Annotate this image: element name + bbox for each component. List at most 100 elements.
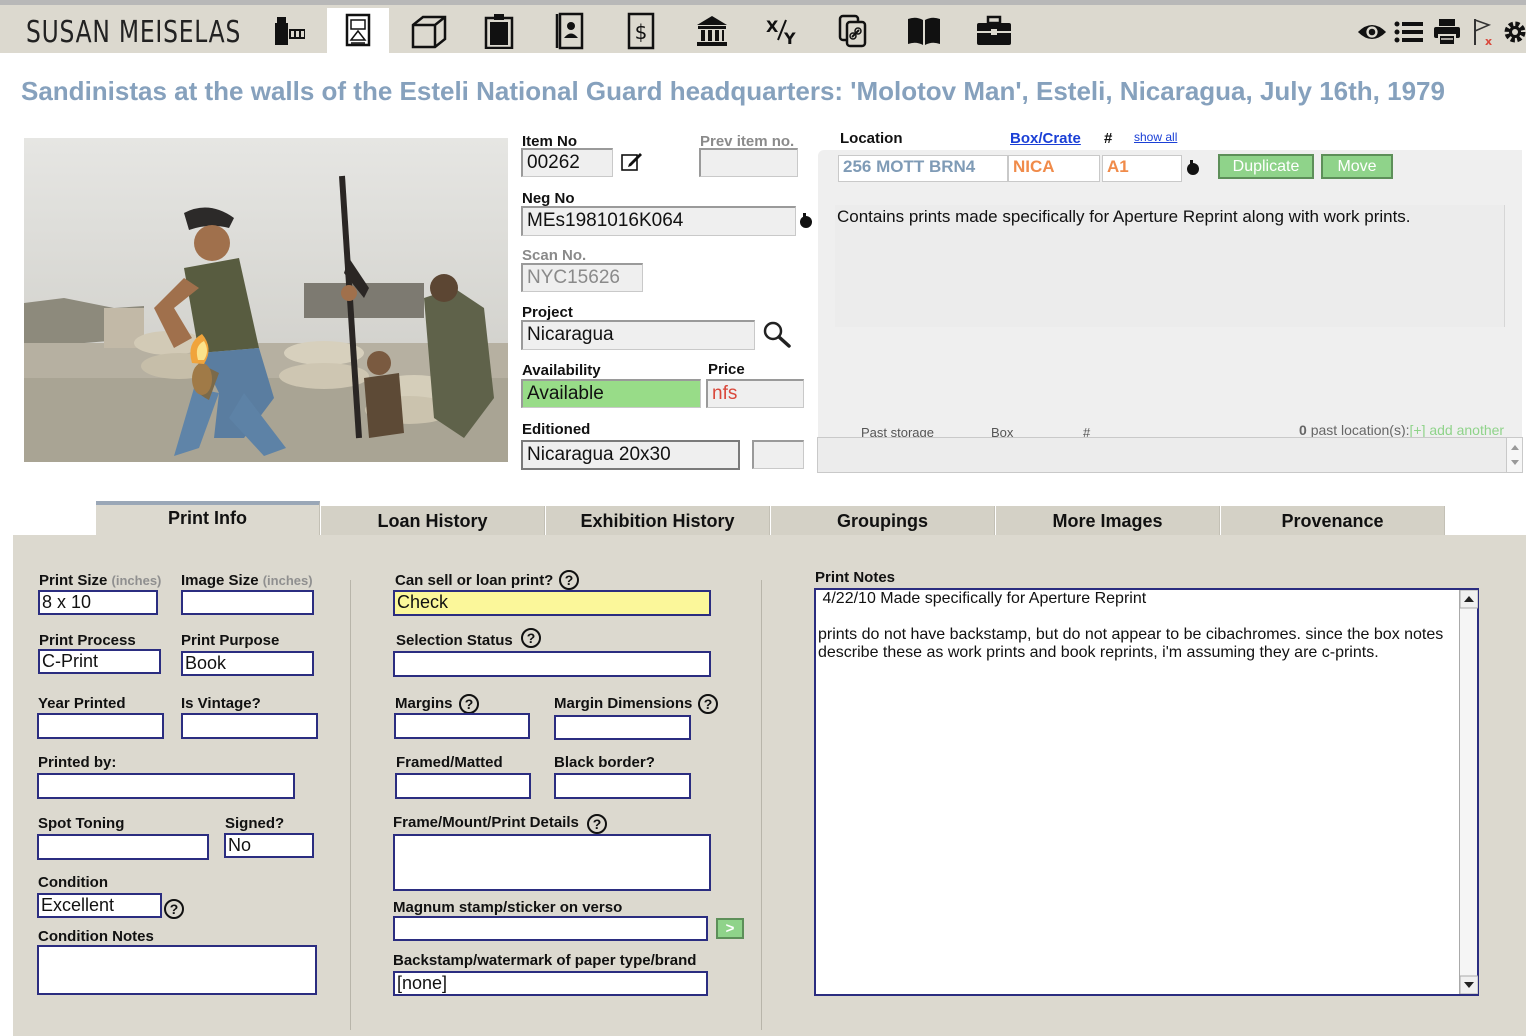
print-notes-scrollbar[interactable] bbox=[1459, 589, 1479, 995]
print-notes-field[interactable]: 4/22/10 Made specifically for Aperture R… bbox=[814, 588, 1479, 996]
location-notes[interactable]: Contains prints made specifically for Ap… bbox=[835, 205, 1505, 327]
contact-icon[interactable] bbox=[539, 8, 601, 54]
box-icon[interactable] bbox=[398, 8, 460, 54]
number-label: # bbox=[1104, 130, 1113, 147]
printed-by-field[interactable] bbox=[37, 773, 295, 799]
box-field[interactable]: NICA bbox=[1008, 155, 1100, 182]
brand-logo[interactable]: SUSAN MEISELAS bbox=[26, 15, 241, 50]
spot-toning-label: Spot Toning bbox=[38, 815, 125, 832]
tab-more-images[interactable]: More Images bbox=[996, 506, 1220, 536]
help-icon[interactable]: ? bbox=[521, 628, 541, 648]
column-divider bbox=[761, 580, 762, 1030]
list-icon[interactable] bbox=[1394, 15, 1424, 49]
printer-icon[interactable] bbox=[1432, 15, 1462, 49]
help-icon[interactable]: ? bbox=[459, 694, 479, 714]
help-icon[interactable]: ? bbox=[164, 899, 184, 919]
past-locations-text: past location(s): bbox=[1310, 422, 1410, 438]
black-border-label: Black border? bbox=[554, 754, 655, 771]
signed-field[interactable]: No bbox=[224, 833, 314, 858]
add-another-link[interactable]: [+] add another bbox=[1410, 422, 1505, 438]
image-size-field[interactable] bbox=[181, 590, 314, 615]
year-printed-field[interactable] bbox=[37, 713, 164, 739]
duplicate-button[interactable]: Duplicate bbox=[1218, 154, 1314, 179]
print-icon[interactable] bbox=[327, 8, 389, 54]
item-no-field[interactable]: 00262 bbox=[521, 148, 613, 177]
past-locations-summary: 0 past location(s):[+] add another bbox=[1299, 422, 1504, 438]
top-toolbar: SUSAN MEISELAS $ XY x bbox=[0, 0, 1526, 54]
magnum-stamp-field[interactable] bbox=[393, 916, 708, 941]
condition-label: Condition bbox=[38, 874, 108, 891]
flag-x-icon[interactable]: x bbox=[1468, 15, 1498, 49]
box-crate-link[interactable]: Box/Crate bbox=[1010, 130, 1081, 147]
project-label: Project bbox=[522, 304, 573, 321]
availability-field[interactable]: Available bbox=[521, 379, 701, 408]
help-icon[interactable]: ? bbox=[698, 694, 718, 714]
ratio-icon[interactable]: XY bbox=[751, 8, 813, 54]
print-purpose-field[interactable]: Book bbox=[181, 651, 314, 676]
margin-dimensions-field[interactable] bbox=[554, 715, 691, 740]
location-field[interactable]: 256 MOTT BRN4 bbox=[838, 155, 1008, 182]
search-icon[interactable] bbox=[762, 320, 792, 353]
tab-print-info[interactable]: Print Info bbox=[96, 501, 320, 537]
column-divider bbox=[350, 580, 351, 1030]
print-purpose-label: Print Purpose bbox=[181, 632, 280, 649]
year-printed-label: Year Printed bbox=[38, 695, 126, 712]
project-field[interactable]: Nicaragua bbox=[521, 320, 755, 350]
can-sell-field[interactable]: Check bbox=[393, 590, 711, 616]
past-storage-list[interactable] bbox=[817, 437, 1523, 473]
magnum-go-button[interactable]: > bbox=[716, 918, 744, 939]
image-size-label-text: Image Size bbox=[181, 572, 259, 589]
black-border-field[interactable] bbox=[554, 773, 691, 799]
pointer-hand-icon[interactable] bbox=[1184, 158, 1202, 183]
framed-matted-field[interactable] bbox=[395, 773, 531, 799]
book-icon[interactable] bbox=[893, 8, 955, 54]
invoice-dollar-icon[interactable]: $ bbox=[610, 8, 672, 54]
briefcase-icon[interactable] bbox=[963, 8, 1025, 54]
move-button[interactable]: Move bbox=[1321, 154, 1393, 179]
print-size-label-text: Print Size bbox=[39, 572, 108, 589]
gear-icon[interactable] bbox=[1500, 15, 1526, 49]
condition-notes-label: Condition Notes bbox=[38, 928, 154, 945]
inches-hint: (inches) bbox=[111, 573, 162, 588]
frame-details-field[interactable] bbox=[393, 834, 711, 891]
film-strip-icon[interactable] bbox=[258, 8, 320, 54]
number-field[interactable]: A1 bbox=[1102, 155, 1182, 182]
backstamp-label: Backstamp/watermark of paper type/brand bbox=[393, 952, 697, 969]
is-vintage-label: Is Vintage? bbox=[181, 695, 261, 712]
help-icon[interactable]: ? bbox=[587, 814, 607, 834]
print-size-field[interactable]: 8 x 10 bbox=[38, 590, 158, 615]
past-storage-scrollbar[interactable] bbox=[1506, 438, 1522, 472]
tab-loan-history[interactable]: Loan History bbox=[321, 506, 545, 536]
tab-provenance[interactable]: Provenance bbox=[1221, 506, 1445, 536]
artwork-photo[interactable] bbox=[24, 138, 508, 462]
prev-item-field[interactable] bbox=[699, 148, 798, 177]
margins-field[interactable] bbox=[394, 713, 530, 739]
editioned-field[interactable]: Nicaragua 20x30 bbox=[521, 440, 740, 470]
printed-by-label: Printed by: bbox=[38, 754, 117, 771]
print-process-field[interactable]: C-Print bbox=[38, 649, 161, 674]
spot-toning-field[interactable] bbox=[37, 834, 209, 860]
price-field[interactable]: nfs bbox=[706, 379, 804, 408]
eye-icon[interactable] bbox=[1357, 15, 1387, 49]
pointer-hand-icon[interactable] bbox=[797, 211, 815, 236]
edit-icon[interactable] bbox=[620, 150, 644, 177]
editioned-extra-field[interactable] bbox=[752, 440, 804, 469]
scan-no-field[interactable]: NYC15626 bbox=[521, 263, 643, 292]
neg-no-field[interactable]: MEs1981016K064 bbox=[521, 206, 796, 236]
location-label: Location bbox=[840, 130, 903, 147]
condition-field[interactable]: Excellent bbox=[37, 893, 162, 918]
backstamp-field[interactable]: [none] bbox=[393, 971, 708, 996]
copy-link-icon[interactable] bbox=[822, 8, 884, 54]
editioned-label: Editioned bbox=[522, 421, 591, 438]
svg-text:x: x bbox=[1485, 35, 1492, 47]
museum-icon[interactable] bbox=[681, 8, 743, 54]
tab-groupings[interactable]: Groupings bbox=[771, 506, 995, 536]
help-icon[interactable]: ? bbox=[559, 570, 579, 590]
tab-exhibition-history[interactable]: Exhibition History bbox=[546, 506, 770, 536]
condition-notes-field[interactable] bbox=[37, 945, 317, 995]
selection-status-field[interactable] bbox=[393, 651, 711, 677]
is-vintage-field[interactable] bbox=[181, 713, 318, 739]
clipboard-icon[interactable] bbox=[468, 8, 530, 54]
show-all-link[interactable]: show all bbox=[1134, 130, 1177, 144]
scan-no-label: Scan No. bbox=[522, 247, 587, 264]
